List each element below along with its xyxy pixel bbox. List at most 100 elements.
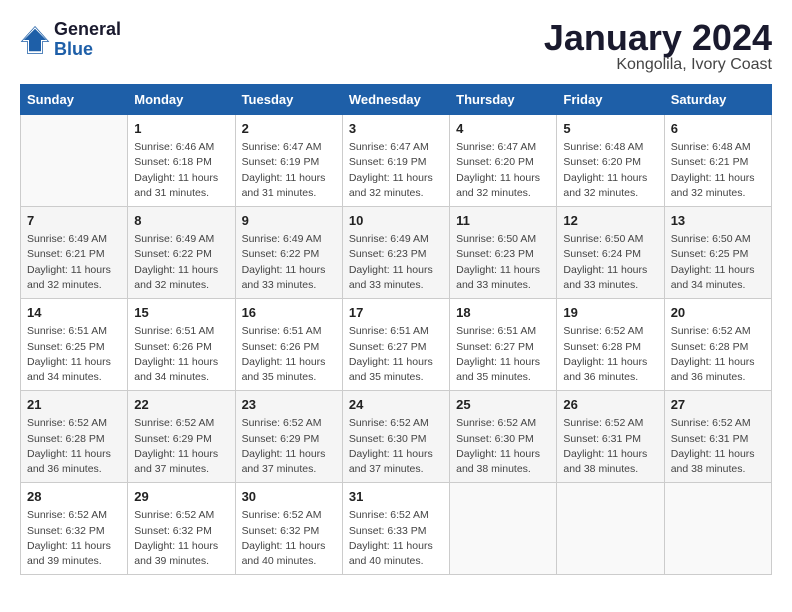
day-cell: 14 Sunrise: 6:51 AMSunset: 6:25 PMDayligh… (21, 299, 128, 391)
day-number: 28 (27, 488, 121, 506)
day-cell: 27 Sunrise: 6:52 AMSunset: 6:31 PMDayligh… (664, 391, 771, 483)
day-info: Sunrise: 6:52 AMSunset: 6:29 PMDaylight:… (242, 416, 336, 477)
day-number: 22 (134, 396, 228, 414)
week-row-1: 1Sunrise: 6:46 AMSunset: 6:18 PMDaylight… (21, 115, 772, 207)
day-cell: 13 Sunrise: 6:50 AMSunset: 6:25 PMDayligh… (664, 207, 771, 299)
day-number: 3 (349, 120, 443, 138)
day-cell: 16Sunrise: 6:51 AMSunset: 6:26 PMDayligh… (235, 299, 342, 391)
day-number: 12 (563, 212, 657, 230)
day-info: Sunrise: 6:50 AMSunset: 6:25 PMDaylight:… (671, 232, 765, 293)
day-cell: 8 Sunrise: 6:49 AMSunset: 6:22 PMDaylight… (128, 207, 235, 299)
day-cell: 28 Sunrise: 6:52 AMSunset: 6:32 PMDayligh… (21, 483, 128, 575)
day-info: Sunrise: 6:50 AMSunset: 6:23 PMDaylight:… (456, 232, 550, 293)
day-cell (557, 483, 664, 575)
day-info: Sunrise: 6:51 AMSunset: 6:27 PMDaylight:… (456, 324, 550, 385)
day-cell: 3 Sunrise: 6:47 AMSunset: 6:19 PMDaylight… (342, 115, 449, 207)
day-number: 17 (349, 304, 443, 322)
day-info: Sunrise: 6:51 AMSunset: 6:25 PMDaylight:… (27, 324, 121, 385)
calendar-title: January 2024 (544, 20, 772, 56)
logo-icon (20, 25, 50, 55)
week-row-3: 14 Sunrise: 6:51 AMSunset: 6:25 PMDayligh… (21, 299, 772, 391)
day-info: Sunrise: 6:51 AMSunset: 6:27 PMDaylight:… (349, 324, 443, 385)
day-number: 11 (456, 212, 550, 230)
page-header: General Blue January 2024 Kongolila, Ivo… (20, 20, 772, 74)
day-cell: 4Sunrise: 6:47 AMSunset: 6:20 PMDaylight… (450, 115, 557, 207)
day-cell: 17 Sunrise: 6:51 AMSunset: 6:27 PMDayligh… (342, 299, 449, 391)
day-cell: 20 Sunrise: 6:52 AMSunset: 6:28 PMDayligh… (664, 299, 771, 391)
day-cell: 15 Sunrise: 6:51 AMSunset: 6:26 PMDayligh… (128, 299, 235, 391)
day-number: 20 (671, 304, 765, 322)
day-info: Sunrise: 6:48 AMSunset: 6:21 PMDaylight:… (671, 140, 765, 201)
day-cell: 22 Sunrise: 6:52 AMSunset: 6:29 PMDayligh… (128, 391, 235, 483)
day-number: 10 (349, 212, 443, 230)
calendar-subtitle: Kongolila, Ivory Coast (544, 56, 772, 74)
day-number: 19 (563, 304, 657, 322)
day-cell: 31Sunrise: 6:52 AMSunset: 6:33 PMDayligh… (342, 483, 449, 575)
day-info: Sunrise: 6:52 AMSunset: 6:30 PMDaylight:… (456, 416, 550, 477)
day-info: Sunrise: 6:47 AMSunset: 6:19 PMDaylight:… (349, 140, 443, 201)
header-cell-monday: Monday (128, 85, 235, 115)
day-info: Sunrise: 6:52 AMSunset: 6:29 PMDaylight:… (134, 416, 228, 477)
header-row: SundayMondayTuesdayWednesdayThursdayFrid… (21, 85, 772, 115)
day-number: 14 (27, 304, 121, 322)
day-info: Sunrise: 6:52 AMSunset: 6:31 PMDaylight:… (563, 416, 657, 477)
day-info: Sunrise: 6:51 AMSunset: 6:26 PMDaylight:… (242, 324, 336, 385)
day-info: Sunrise: 6:52 AMSunset: 6:28 PMDaylight:… (671, 324, 765, 385)
day-number: 18 (456, 304, 550, 322)
day-info: Sunrise: 6:52 AMSunset: 6:32 PMDaylight:… (27, 508, 121, 569)
logo: General Blue (20, 20, 121, 60)
day-cell (21, 115, 128, 207)
day-info: Sunrise: 6:48 AMSunset: 6:20 PMDaylight:… (563, 140, 657, 201)
day-number: 15 (134, 304, 228, 322)
day-number: 27 (671, 396, 765, 414)
day-info: Sunrise: 6:47 AMSunset: 6:20 PMDaylight:… (456, 140, 550, 201)
day-number: 6 (671, 120, 765, 138)
day-info: Sunrise: 6:49 AMSunset: 6:22 PMDaylight:… (134, 232, 228, 293)
header-cell-wednesday: Wednesday (342, 85, 449, 115)
day-number: 9 (242, 212, 336, 230)
calendar-table: SundayMondayTuesdayWednesdayThursdayFrid… (20, 84, 772, 575)
day-cell: 30 Sunrise: 6:52 AMSunset: 6:32 PMDayligh… (235, 483, 342, 575)
day-info: Sunrise: 6:51 AMSunset: 6:26 PMDaylight:… (134, 324, 228, 385)
day-info: Sunrise: 6:52 AMSunset: 6:28 PMDaylight:… (27, 416, 121, 477)
day-cell: 5 Sunrise: 6:48 AMSunset: 6:20 PMDaylight… (557, 115, 664, 207)
day-number: 8 (134, 212, 228, 230)
day-number: 13 (671, 212, 765, 230)
day-number: 25 (456, 396, 550, 414)
header-cell-saturday: Saturday (664, 85, 771, 115)
day-info: Sunrise: 6:52 AMSunset: 6:30 PMDaylight:… (349, 416, 443, 477)
day-info: Sunrise: 6:50 AMSunset: 6:24 PMDaylight:… (563, 232, 657, 293)
day-number: 26 (563, 396, 657, 414)
calendar-body: 1Sunrise: 6:46 AMSunset: 6:18 PMDaylight… (21, 115, 772, 575)
day-number: 24 (349, 396, 443, 414)
day-number: 5 (563, 120, 657, 138)
day-number: 2 (242, 120, 336, 138)
day-cell: 1Sunrise: 6:46 AMSunset: 6:18 PMDaylight… (128, 115, 235, 207)
day-number: 31 (349, 488, 443, 506)
day-info: Sunrise: 6:47 AMSunset: 6:19 PMDaylight:… (242, 140, 336, 201)
day-info: Sunrise: 6:49 AMSunset: 6:21 PMDaylight:… (27, 232, 121, 293)
day-cell (450, 483, 557, 575)
day-number: 7 (27, 212, 121, 230)
title-section: January 2024 Kongolila, Ivory Coast (544, 20, 772, 74)
day-cell: 26 Sunrise: 6:52 AMSunset: 6:31 PMDayligh… (557, 391, 664, 483)
day-cell: 9 Sunrise: 6:49 AMSunset: 6:22 PMDaylight… (235, 207, 342, 299)
day-number: 21 (27, 396, 121, 414)
day-cell: 19Sunrise: 6:52 AMSunset: 6:28 PMDayligh… (557, 299, 664, 391)
logo-line1: General (54, 20, 121, 40)
calendar-header: SundayMondayTuesdayWednesdayThursdayFrid… (21, 85, 772, 115)
day-number: 29 (134, 488, 228, 506)
day-info: Sunrise: 6:52 AMSunset: 6:32 PMDaylight:… (242, 508, 336, 569)
day-info: Sunrise: 6:49 AMSunset: 6:22 PMDaylight:… (242, 232, 336, 293)
day-cell: 6 Sunrise: 6:48 AMSunset: 6:21 PMDaylight… (664, 115, 771, 207)
day-info: Sunrise: 6:52 AMSunset: 6:31 PMDaylight:… (671, 416, 765, 477)
day-info: Sunrise: 6:49 AMSunset: 6:23 PMDaylight:… (349, 232, 443, 293)
day-number: 1 (134, 120, 228, 138)
week-row-5: 28 Sunrise: 6:52 AMSunset: 6:32 PMDayligh… (21, 483, 772, 575)
day-cell: 18 Sunrise: 6:51 AMSunset: 6:27 PMDayligh… (450, 299, 557, 391)
day-cell: 2 Sunrise: 6:47 AMSunset: 6:19 PMDaylight… (235, 115, 342, 207)
day-cell: 11 Sunrise: 6:50 AMSunset: 6:23 PMDayligh… (450, 207, 557, 299)
day-cell: 10 Sunrise: 6:49 AMSunset: 6:23 PMDayligh… (342, 207, 449, 299)
day-number: 30 (242, 488, 336, 506)
day-cell: 29Sunrise: 6:52 AMSunset: 6:32 PMDayligh… (128, 483, 235, 575)
